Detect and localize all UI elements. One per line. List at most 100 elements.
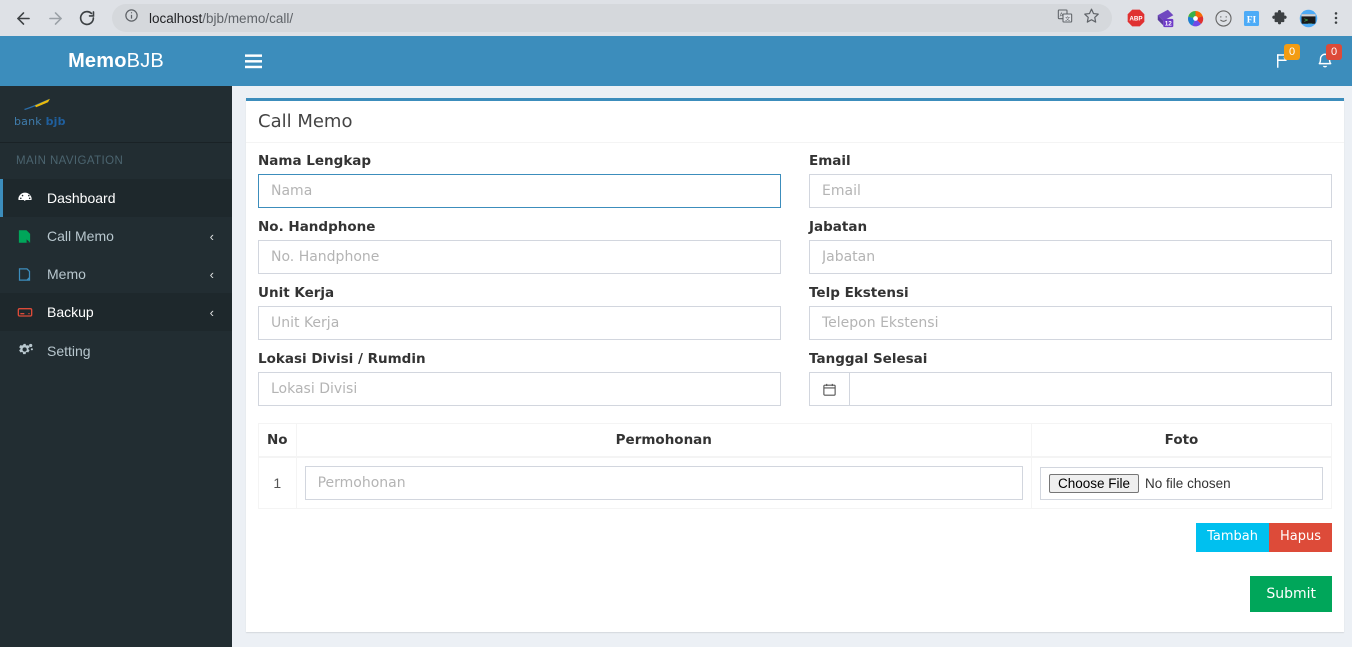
tambah-button[interactable]: Tambah	[1196, 523, 1269, 552]
table-row: 1 Choose File No file chosen	[258, 456, 1332, 509]
address-bar-text: localhost/bjb/memo/call/	[149, 10, 294, 26]
permohonan-table: No Permohonan Foto 1 Permohonan Choose F…	[258, 423, 1332, 509]
label-jabatan: Jabatan	[809, 219, 868, 235]
sidebar-item-backup[interactable]: Backup ‹	[0, 293, 232, 331]
site-info-icon[interactable]	[124, 8, 139, 28]
brand-logo[interactable]: Memo BJB	[0, 36, 232, 86]
bank-bjb-logo: bank bjb	[14, 98, 66, 128]
row-foto-cell: Choose File No file chosen	[1031, 456, 1332, 509]
form-column-left: Nama Lengkap No. Handphone Unit Kerja	[258, 153, 781, 417]
sidebar-nav: Dashboard Call Memo ‹ Memo ‹ Backup ‹ Se…	[0, 179, 232, 370]
back-arrow-icon[interactable]	[8, 3, 38, 33]
table-head: No Permohonan Foto	[258, 423, 1332, 458]
font-inspector-extension-icon[interactable]: FI	[1242, 9, 1261, 28]
row-number: 1	[258, 456, 297, 509]
field-jabatan: Jabatan	[809, 219, 1332, 274]
table-body: 1 Choose File No file chosen	[258, 456, 1332, 509]
brand-light-text: BJB	[126, 49, 164, 72]
main-content: Call Memo Nama Lengkap No. Handphone	[232, 86, 1352, 647]
foto-file-input[interactable]: Choose File No file chosen	[1040, 466, 1323, 500]
choose-file-button[interactable]: Choose File	[1049, 473, 1140, 493]
chevron-left-icon: ‹	[209, 228, 214, 244]
permohonan-input[interactable]	[304, 466, 1023, 500]
label-unit-kerja: Unit Kerja	[258, 285, 335, 301]
label-telp-ekstensi: Telp Ekstensi	[809, 285, 909, 301]
sidebar: Memo BJB bank bjb MAIN NAVIGATION Dashboa…	[0, 36, 232, 647]
nama-lengkap-input[interactable]	[258, 174, 781, 208]
svg-text:12: 12	[1165, 21, 1173, 28]
label-email: Email	[809, 153, 851, 169]
table-header-no: No	[258, 423, 297, 458]
jabatan-input[interactable]	[809, 240, 1332, 274]
field-nama-lengkap: Nama Lengkap	[258, 153, 781, 208]
chevron-left-icon: ‹	[209, 266, 214, 282]
svg-text:ABP: ABP	[1129, 16, 1142, 23]
label-lokasi-divisi: Lokasi Divisi / Rumdin	[258, 351, 426, 367]
navbar-actions: 0 0	[1262, 36, 1346, 86]
bell-notifications-button[interactable]: 0	[1304, 36, 1346, 86]
submit-button[interactable]: Submit	[1250, 575, 1332, 613]
sidebar-item-label: Setting	[47, 342, 91, 359]
lokasi-divisi-input[interactable]	[258, 372, 781, 406]
svg-text:A: A	[1060, 12, 1064, 18]
sidebar-item-memo[interactable]: Memo ‹	[0, 255, 232, 293]
content-wrapper: 0 0 Call Memo Nama Lengkap Nama No. Hand…	[232, 36, 1352, 647]
backup-icon	[17, 304, 39, 320]
table-header-row: No Permohonan Foto	[258, 423, 1332, 458]
sidebar-item-label: Dashboard	[47, 190, 116, 206]
email-input[interactable]	[809, 174, 1332, 208]
browser-toolbar: localhost/bjb/memo/call/ A文 ABP 12 FI >_	[0, 0, 1352, 36]
adblock-plus-extension-icon[interactable]: ABP	[1126, 8, 1146, 28]
field-lokasi-divisi: Lokasi Divisi / Rumdin	[258, 351, 781, 406]
reload-icon[interactable]	[72, 3, 102, 33]
sidebar-item-dashboard[interactable]: Dashboard	[0, 179, 232, 217]
label-nama-lengkap: Nama Lengkap	[258, 153, 372, 169]
color-picker-extension-icon[interactable]	[1186, 9, 1205, 28]
field-tanggal-selesai: Tanggal Selesai	[809, 351, 1332, 406]
sidebar-item-label: Backup	[47, 304, 94, 320]
calendar-icon[interactable]	[809, 372, 849, 406]
flag-notifications-button[interactable]: 0	[1262, 36, 1304, 86]
page-title: Call Memo	[258, 111, 353, 132]
emoji-extension-icon[interactable]	[1214, 9, 1233, 28]
address-bar[interactable]: localhost/bjb/memo/call/ A文	[112, 4, 1112, 32]
row-action-buttons: Tambah Hapus	[258, 523, 1332, 552]
setting-gears-icon	[17, 342, 39, 359]
user-panel: bank bjb	[0, 86, 232, 143]
box-header: Call Memo	[246, 101, 1344, 143]
hamburger-menu-icon[interactable]	[232, 36, 274, 86]
unit-kerja-input[interactable]	[258, 306, 781, 340]
brand-bold-text: Memo	[68, 49, 127, 72]
label-tanggal-selesai: Tanggal Selesai	[809, 351, 928, 367]
form-row-1: Nama Lengkap No. Handphone Unit Kerja	[258, 153, 1332, 417]
sidebar-item-label: Call Memo	[47, 228, 114, 244]
puzzle-extensions-icon[interactable]	[1270, 9, 1289, 28]
sidebar-item-call-memo[interactable]: Call Memo ‹	[0, 217, 232, 255]
field-unit-kerja: Unit Kerja	[258, 285, 781, 340]
telp-ekstensi-input[interactable]	[809, 306, 1332, 340]
row-permohonan-cell	[295, 456, 1033, 509]
field-telp-ekstensi: Telp Ekstensi	[809, 285, 1332, 340]
tanggal-selesai-input[interactable]	[849, 372, 1332, 406]
star-icon[interactable]	[1083, 7, 1100, 29]
label-no-handphone: No. Handphone	[258, 219, 376, 235]
translate-icon[interactable]: A文	[1057, 8, 1073, 29]
browser-extensions: ABP 12 FI >_	[1120, 7, 1344, 29]
sidebar-item-setting[interactable]: Setting	[0, 331, 232, 370]
file-status-text: No file chosen	[1145, 475, 1231, 491]
no-handphone-input[interactable]	[258, 240, 781, 274]
forward-arrow-icon[interactable]	[40, 3, 70, 33]
hapus-button[interactable]: Hapus	[1268, 523, 1332, 552]
bank-bjb-logo-text: bank bjb	[14, 115, 66, 128]
tab-manager-extension-icon[interactable]: 12	[1155, 7, 1177, 29]
table-header-permohonan: Permohonan	[295, 423, 1033, 458]
chevron-left-icon: ‹	[209, 304, 214, 320]
submit-row: Submit	[258, 575, 1332, 620]
terminal-extension-icon[interactable]: >_	[1298, 8, 1319, 29]
call-memo-icon	[17, 229, 39, 244]
field-email: Email	[809, 153, 1332, 208]
svg-text:>_: >_	[1304, 16, 1312, 24]
chrome-menu-icon[interactable]	[1328, 10, 1344, 26]
sidebar-item-label: Memo	[47, 266, 86, 282]
flag-badge-count: 0	[1284, 44, 1300, 60]
